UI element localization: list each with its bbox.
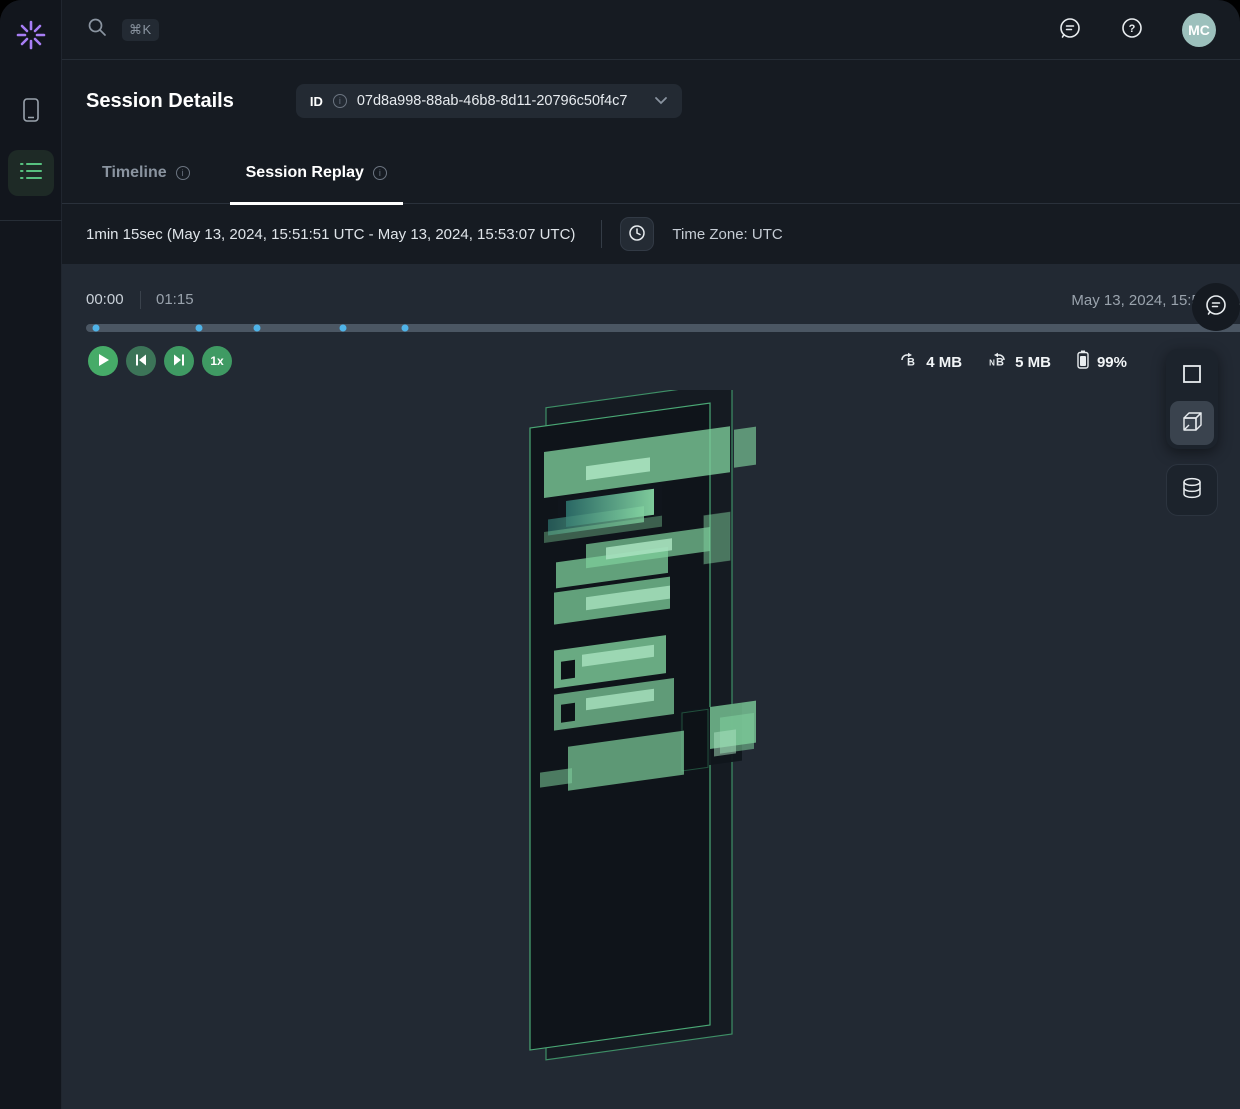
tab-session-replay-label: Session Replay <box>246 164 364 182</box>
page-title: Session Details <box>86 90 234 113</box>
session-stats: B 4 MB N B 5 MB <box>899 350 1127 374</box>
cube-3d-icon <box>1180 410 1204 437</box>
scrubber-bar[interactable] <box>86 324 1240 332</box>
sidebar-item-devices[interactable] <box>11 92 51 132</box>
view-mode-toggle <box>1166 349 1218 449</box>
play-icon <box>97 353 110 370</box>
user-avatar[interactable]: MC <box>1182 13 1216 47</box>
replay-3d-scene[interactable] <box>500 390 780 1085</box>
divider <box>140 291 141 309</box>
timezone-label: Time Zone: UTC <box>672 226 782 243</box>
data-sent-icon: B <box>899 351 918 374</box>
app-window: ⌘K <box>0 0 1240 1109</box>
info-icon: i <box>176 166 190 180</box>
skip-to-start-button[interactable] <box>126 346 156 376</box>
topbar: ⌘K <box>62 0 1240 60</box>
session-id-value: 07d8a998-88ab-46b8-8d11-20796c50f4c7 <box>357 93 628 109</box>
data-received-value: 5 MB <box>1015 354 1051 371</box>
timezone-button[interactable] <box>620 217 654 251</box>
play-button[interactable] <box>88 346 118 376</box>
clock-icon <box>628 224 646 245</box>
sidebar-divider <box>0 220 62 221</box>
data-received-stat: N B 5 MB <box>988 351 1051 374</box>
data-sent-stat: B 4 MB <box>899 351 962 374</box>
battery-stat: 99% <box>1077 350 1127 374</box>
search-icon <box>86 16 108 43</box>
support-chat-button[interactable] <box>1192 283 1240 331</box>
svg-text:?: ? <box>1129 23 1136 35</box>
battery-value: 99% <box>1097 354 1127 371</box>
session-id-dropdown[interactable]: ID i 07d8a998-88ab-46b8-8d11-20796c50f4c… <box>296 84 682 118</box>
session-replay-panel: 00:00 01:15 May 13, 2024, 15:51:52 UTC <box>62 264 1240 1109</box>
event-marker[interactable] <box>253 325 260 332</box>
data-received-icon: N B <box>988 351 1007 374</box>
chat-bubble-icon <box>1204 293 1228 322</box>
session-length: 01:15 <box>156 291 194 308</box>
sidebar-item-sessions[interactable] <box>8 150 54 196</box>
feedback-button[interactable] <box>1058 16 1082 43</box>
brand-logo-icon <box>12 16 50 54</box>
chat-bubble-icon <box>1058 16 1082 43</box>
skip-to-end-button[interactable] <box>164 346 194 376</box>
page-header: Session Details ID i 07d8a998-88ab-46b8-… <box>62 60 1240 142</box>
data-sent-value: 4 MB <box>926 354 962 371</box>
svg-text:N: N <box>989 358 995 367</box>
svg-text:B: B <box>996 356 1004 368</box>
square-icon <box>1181 363 1203 388</box>
view-2d-button[interactable] <box>1170 353 1214 397</box>
battery-icon <box>1077 350 1089 374</box>
phone-icon <box>20 96 42 129</box>
sidebar <box>0 0 62 1109</box>
event-marker[interactable] <box>196 325 203 332</box>
session-duration-row: 1min 15sec (May 13, 2024, 15:51:51 UTC -… <box>62 204 1240 264</box>
tab-session-replay[interactable]: Session Replay i <box>230 164 403 205</box>
database-icon <box>1180 476 1204 505</box>
svg-text:B: B <box>907 356 915 368</box>
playback-controls: 1x <box>88 346 232 376</box>
event-marker[interactable] <box>93 325 100 332</box>
chevron-down-icon <box>654 92 668 110</box>
session-id-label: ID <box>310 94 323 109</box>
divider <box>601 220 602 248</box>
tab-timeline-label: Timeline <box>102 164 167 182</box>
tab-timeline[interactable]: Timeline i <box>86 164 206 205</box>
main-area: ⌘K <box>62 0 1240 1109</box>
playback-speed-button[interactable]: 1x <box>202 346 232 376</box>
search-input[interactable]: ⌘K <box>86 16 159 43</box>
info-icon: i <box>333 94 347 108</box>
view-3d-button[interactable] <box>1170 401 1214 445</box>
info-icon: i <box>373 166 387 180</box>
playhead-time: 00:00 <box>86 291 124 308</box>
tab-bar: Timeline i Session Replay i <box>62 142 1240 204</box>
question-mark-icon: ? <box>1120 16 1144 43</box>
event-marker[interactable] <box>340 325 347 332</box>
skip-forward-icon <box>172 353 186 370</box>
event-marker[interactable] <box>401 325 408 332</box>
list-icon <box>19 160 43 187</box>
data-layers-button[interactable] <box>1166 464 1218 516</box>
search-shortcut-badge: ⌘K <box>122 19 159 41</box>
skip-back-icon <box>134 353 148 370</box>
help-button[interactable]: ? <box>1120 16 1144 43</box>
session-duration: 1min 15sec (May 13, 2024, 15:51:51 UTC -… <box>86 226 575 243</box>
